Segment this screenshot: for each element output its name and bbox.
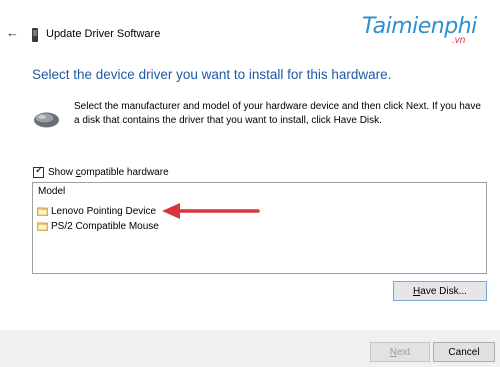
page-heading: Select the device driver you want to ins…	[32, 67, 392, 82]
back-arrow-icon[interactable]: ←	[6, 26, 19, 40]
red-arrow-annotation	[162, 203, 260, 219]
list-item-label: Lenovo Pointing Device	[51, 205, 157, 217]
mouse-icon	[34, 112, 59, 128]
checkbox-label[interactable]: Show compatible hardware	[48, 167, 169, 178]
list-item-ps2-compatible-mouse[interactable]: PS/2 Compatible Mouse	[37, 219, 159, 233]
instruction-text: Select the manufacturer and model of you…	[74, 101, 481, 126]
list-column-header: Model	[38, 186, 66, 197]
title-bar: ← Update Driver Software Taimienphi .vn	[0, 0, 500, 58]
watermark-suffix: .vn	[452, 35, 466, 46]
model-listbox[interactable]: Model Lenovo Pointing Device PS/2 Compat…	[32, 182, 487, 274]
driver-folder-icon	[37, 206, 48, 216]
have-disk-button[interactable]: Have Disk...	[393, 281, 487, 301]
list-item-lenovo-pointing-device[interactable]: Lenovo Pointing Device	[37, 204, 156, 218]
next-button[interactable]: Next	[370, 342, 430, 362]
checkbox-box[interactable]: ✓	[33, 164, 44, 178]
driver-folder-icon	[37, 221, 48, 231]
window-title: Update Driver Software	[46, 28, 161, 40]
cancel-button[interactable]: Cancel	[433, 342, 495, 362]
device-icon	[32, 28, 38, 42]
check-mark-icon: ✓	[35, 164, 44, 176]
show-compatible-checkbox[interactable]: ✓ Show compatible hardware	[33, 165, 169, 179]
list-item-label: PS/2 Compatible Mouse	[51, 220, 159, 232]
